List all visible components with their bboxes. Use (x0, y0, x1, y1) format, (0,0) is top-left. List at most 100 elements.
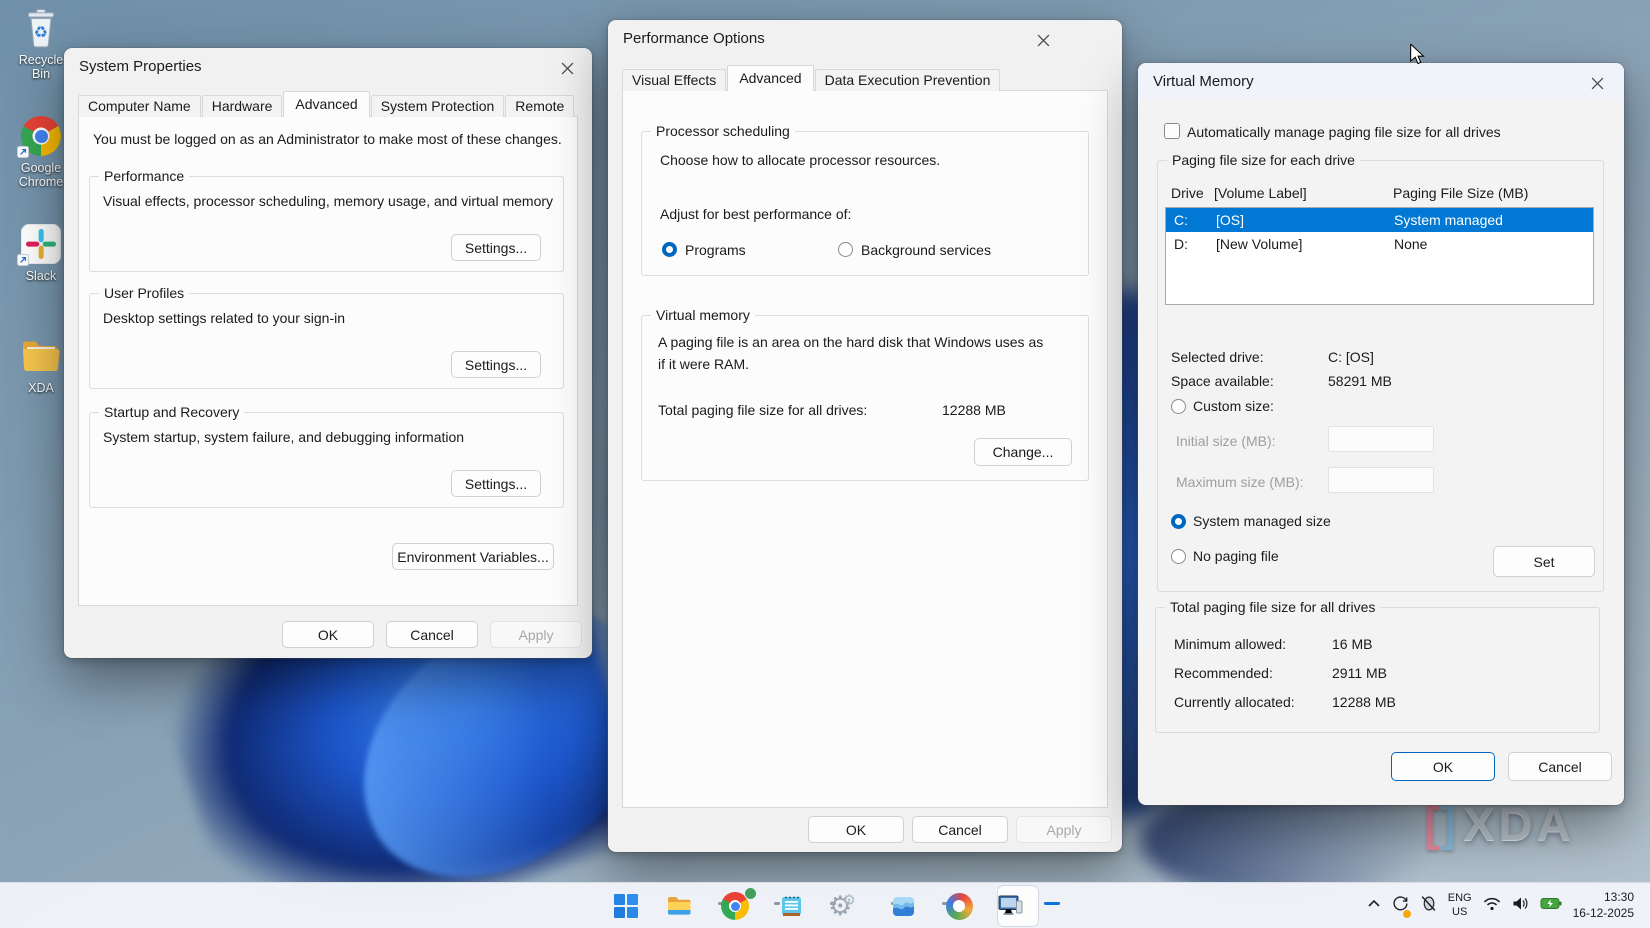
tray-language-switcher[interactable]: ENG US (1448, 892, 1472, 920)
performance-options-titlebar[interactable]: Performance Options (608, 20, 1122, 56)
currently-allocated-value: 12288 MB (1332, 694, 1396, 710)
tray-clock[interactable]: 13:30 16-12-2025 (1573, 890, 1634, 921)
tab-advanced[interactable]: Advanced (283, 91, 369, 117)
ok-button[interactable]: OK (1391, 752, 1495, 781)
programs-radio[interactable] (662, 242, 677, 257)
desktop-icon-google-chrome[interactable]: Google Chrome (10, 114, 72, 190)
paging-file-group: Paging file size for each drive Drive [V… (1157, 160, 1604, 592)
tray-chevron-up-icon[interactable] (1367, 897, 1381, 915)
environment-variables-button[interactable]: Environment Variables... (392, 543, 554, 570)
custom-size-radio-label[interactable]: Custom size: (1193, 398, 1274, 414)
desktop-icon-recycle-bin[interactable]: ♻ Recycle Bin (10, 6, 72, 82)
volume-cell: [New Volume] (1216, 236, 1394, 252)
taskbar-notepad-button[interactable] (766, 883, 822, 928)
recommended-value: 2911 MB (1332, 665, 1387, 681)
system-managed-radio-label[interactable]: System managed size (1193, 513, 1331, 529)
tab-hardware[interactable]: Hardware (202, 95, 283, 117)
taskbar-chrome-button[interactable] (710, 883, 766, 928)
close-icon[interactable] (1034, 31, 1052, 49)
tray-wifi-icon[interactable] (1483, 897, 1501, 916)
desktop-icon-xda-folder[interactable]: XDA (10, 334, 72, 395)
recommended-label: Recommended: (1174, 665, 1273, 681)
total-paging-value: 12288 MB (942, 402, 1006, 418)
set-button[interactable]: Set (1493, 546, 1595, 577)
update-badge (1403, 910, 1411, 918)
tab-system-protection[interactable]: System Protection (371, 95, 505, 117)
tray-time: 13:30 (1573, 890, 1634, 906)
system-managed-radio[interactable] (1171, 514, 1186, 529)
advanced-tab-page: Processor scheduling Choose how to alloc… (622, 90, 1108, 808)
space-available-label: Space available: (1171, 373, 1274, 389)
taskbar-settings-button[interactable]: ⚙ ⚙ (822, 883, 878, 928)
tab-advanced[interactable]: Advanced (727, 65, 813, 91)
cancel-button[interactable]: Cancel (1508, 752, 1612, 781)
no-paging-file-radio[interactable] (1171, 549, 1186, 564)
drive-row-d[interactable]: D: [New Volume] None (1166, 232, 1593, 256)
group-title: Performance (99, 168, 189, 184)
system-properties-titlebar[interactable]: System Properties (64, 48, 592, 84)
taskbar-start-button[interactable] (598, 883, 654, 928)
close-icon[interactable] (558, 59, 576, 77)
admin-note: You must be logged on as an Administrato… (93, 131, 562, 147)
column-header-drive: Drive (1171, 185, 1214, 201)
cancel-button[interactable]: Cancel (386, 621, 478, 648)
tab-data-execution-prevention[interactable]: Data Execution Prevention (815, 69, 1001, 91)
tab-computer-name[interactable]: Computer Name (78, 95, 201, 117)
color-ring-icon (946, 893, 973, 920)
svg-text:♻: ♻ (34, 24, 48, 41)
taskbar-file-explorer-button[interactable] (654, 883, 710, 928)
minimum-allowed-label: Minimum allowed: (1174, 636, 1286, 652)
background-services-radio[interactable] (838, 242, 853, 257)
user-profiles-settings-button[interactable]: Settings... (451, 351, 541, 378)
cancel-button[interactable]: Cancel (912, 816, 1008, 843)
taskbar-browser-ring-button[interactable] (934, 883, 990, 928)
startup-settings-button[interactable]: Settings... (451, 470, 541, 497)
no-paging-file-radio-label[interactable]: No paging file (1193, 548, 1279, 564)
performance-settings-button[interactable]: Settings... (451, 234, 541, 261)
gear-small-icon: ⚙ (842, 893, 855, 908)
drive-list: C: [OS] System managed D: [New Volume] N… (1165, 207, 1594, 305)
watermark-text: XDA (1463, 800, 1574, 847)
chrome-icon (10, 114, 72, 158)
shortcut-arrow-icon (17, 146, 29, 158)
performance-desc: Visual effects, processor scheduling, me… (103, 193, 553, 209)
column-header-size: Paging File Size (MB) (1393, 185, 1528, 201)
drive-row-c[interactable]: C: [OS] System managed (1166, 208, 1593, 232)
window-title: Performance Options (623, 30, 765, 47)
selected-drive-label: Selected drive: (1171, 349, 1264, 365)
tray-battery-icon[interactable] (1540, 897, 1562, 915)
auto-manage-checkbox-label[interactable]: Automatically manage paging file size fo… (1187, 124, 1501, 140)
tray-mouse-off-icon[interactable] (1420, 895, 1437, 917)
close-icon[interactable] (1588, 74, 1606, 92)
background-services-radio-label[interactable]: Background services (861, 242, 991, 258)
taskbar-system-properties-button[interactable] (990, 883, 1046, 928)
column-header-volume: [Volume Label] (1214, 185, 1393, 201)
ok-button[interactable]: OK (808, 816, 904, 843)
desktop-icon-slack[interactable]: Slack (10, 222, 72, 283)
tab-visual-effects[interactable]: Visual Effects (622, 69, 726, 91)
custom-size-radio[interactable] (1171, 399, 1186, 414)
volume-cell: [OS] (1216, 212, 1394, 228)
auto-manage-checkbox[interactable] (1164, 123, 1180, 139)
change-button[interactable]: Change... (974, 438, 1072, 466)
watermark-bracket-left: [ (1424, 800, 1441, 847)
drive-list-header: Drive [Volume Label] Paging File Size (M… (1171, 185, 1528, 201)
tab-remote[interactable]: Remote (505, 95, 574, 117)
windows-logo-icon (613, 893, 639, 919)
system-monitor-icon (996, 892, 1024, 920)
chrome-profile-badge (744, 887, 757, 900)
group-title: Startup and Recovery (99, 404, 244, 420)
desktop-icon-label: Recycle Bin (10, 53, 72, 82)
taskbar-photos-button[interactable] (878, 883, 934, 928)
tray-date: 16-12-2025 (1573, 906, 1634, 922)
tray-update-icon[interactable] (1392, 895, 1409, 917)
ok-button[interactable]: OK (282, 621, 374, 648)
programs-radio-label[interactable]: Programs (685, 242, 746, 258)
group-title: Processor scheduling (651, 123, 795, 139)
startup-recovery-desc: System startup, system failure, and debu… (103, 429, 464, 445)
folder-icon (10, 334, 72, 378)
system-properties-window: System Properties Computer Name Hardware… (64, 48, 592, 658)
virtual-memory-titlebar[interactable]: Virtual Memory (1138, 63, 1624, 99)
tray-volume-icon[interactable] (1512, 896, 1529, 916)
group-title: Total paging file size for all drives (1165, 599, 1380, 615)
